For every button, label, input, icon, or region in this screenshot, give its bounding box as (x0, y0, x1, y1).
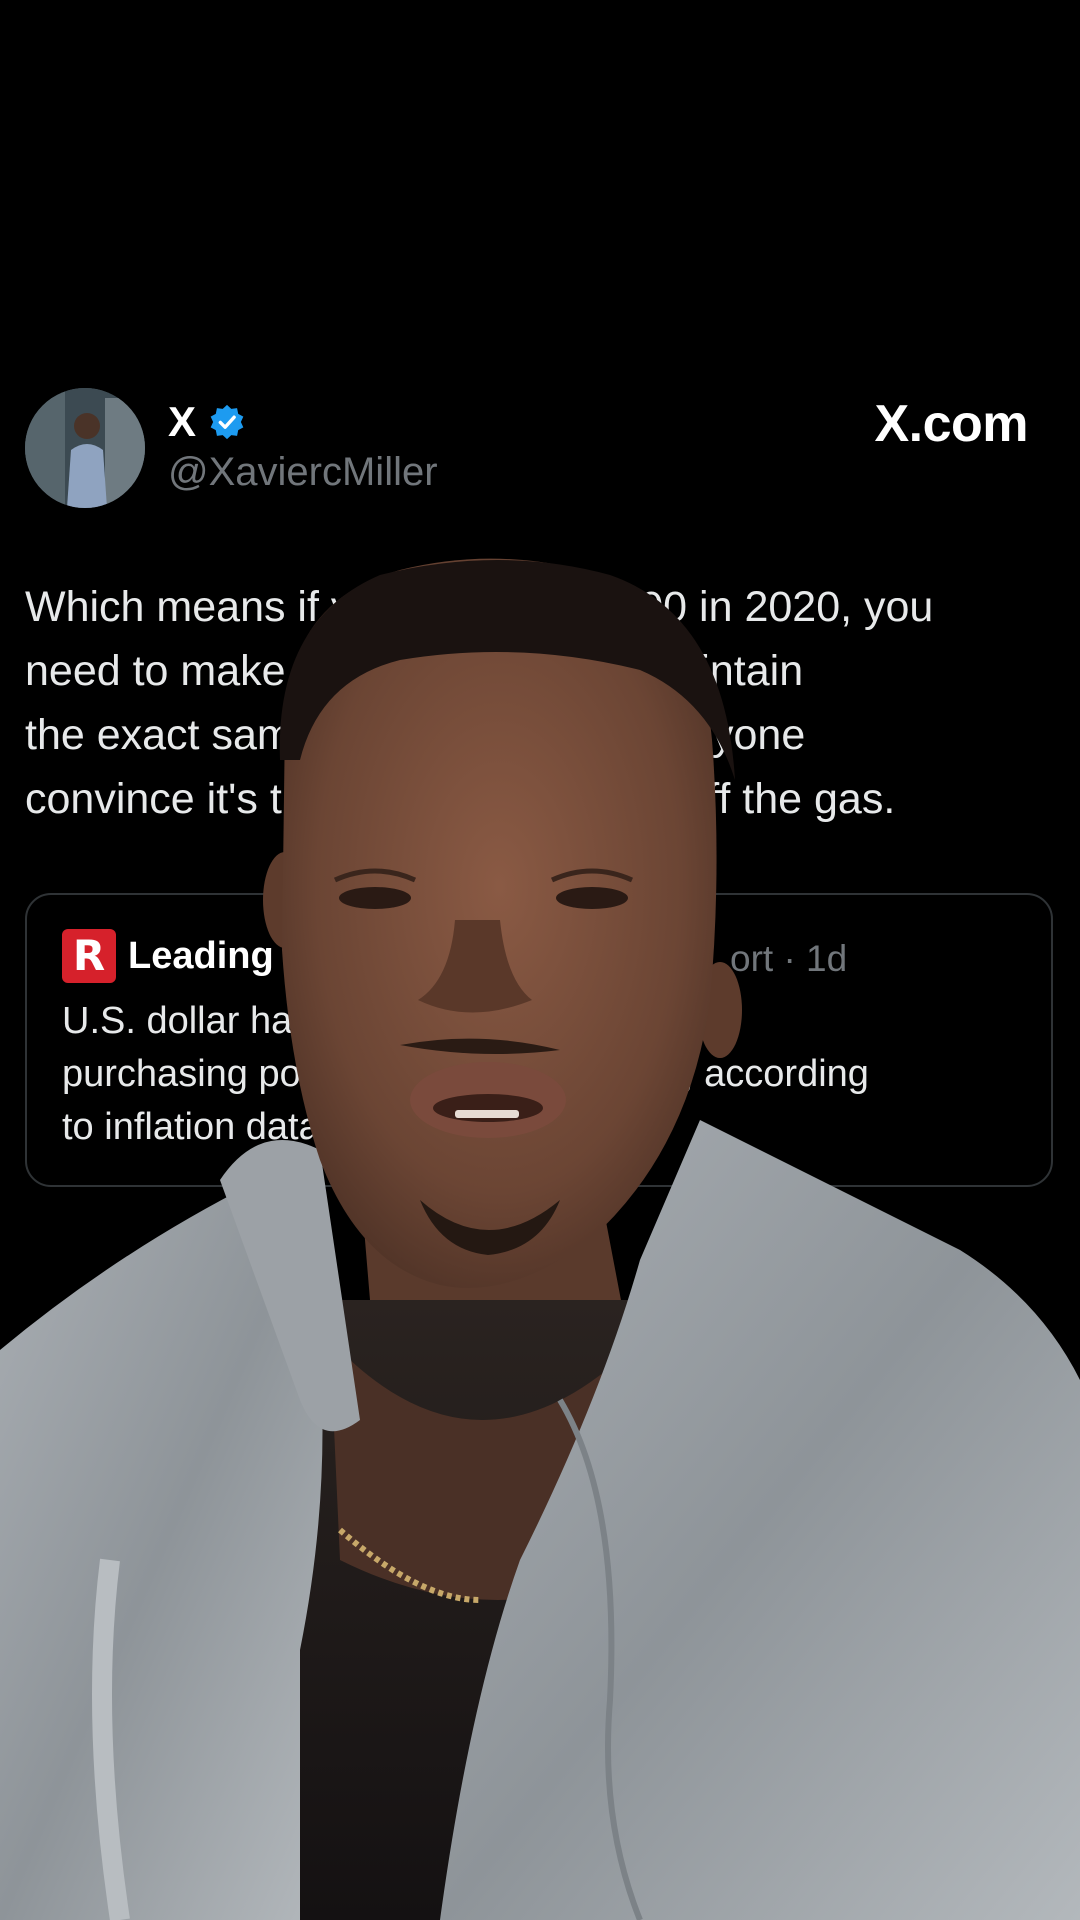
hoodie-drawstring (92, 1558, 130, 1920)
quoted-line: U.S. dollar has lost about 20% of its (62, 1000, 664, 1042)
author-handle[interactable]: @XaviercMiller (168, 448, 438, 496)
tweet-line: Which means if you made $80,000 in 2020,… (25, 583, 934, 631)
tweet-line: convince it's time to take your foot off… (25, 775, 896, 823)
video-frame: X @XaviercMiller X.com Which means if yo… (0, 0, 1080, 1920)
author-name-row[interactable]: X (168, 398, 246, 446)
quoted-post-header: R Leading Report (62, 929, 407, 983)
hoodie-right (440, 1120, 1080, 1920)
quoted-line: purchasing power in the past 5 years, ac… (62, 1053, 869, 1095)
presenter-neck (360, 1180, 640, 1466)
display-name[interactable]: X (168, 398, 196, 446)
site-label: X.com (874, 395, 1028, 453)
quoted-post-text: U.S. dollar has lost about 20% of its pu… (62, 995, 1042, 1154)
chain-necklace (338, 1527, 481, 1603)
quoted-post-meta: ort · 1d (730, 938, 848, 979)
quoted-post-card[interactable]: R Leading Report ort · 1d U.S. dollar ha… (25, 893, 1053, 1187)
tweet-text: Which means if you made $80,000 in 2020,… (25, 575, 1065, 831)
avatar[interactable] (25, 388, 145, 508)
presenter-chest-skin (330, 1340, 650, 1600)
tweet-line: the exact same lifestyle. Don't let anyo… (25, 711, 806, 759)
hoodie-left (0, 1180, 323, 1920)
hoodie-right-fold (557, 1398, 643, 1920)
presenter-goatee (420, 1200, 560, 1255)
quoted-source-name[interactable]: Leading Report (128, 935, 407, 978)
quoted-line: to inflation data. (62, 1106, 331, 1148)
tweet-line: need to make $100,000+ just to maintain (25, 647, 804, 695)
presenter-chest (260, 1300, 720, 1920)
verified-badge-icon (210, 404, 244, 440)
logo-letter: R (72, 931, 106, 980)
leading-report-logo-icon: R (62, 929, 116, 983)
person-avatar-icon (25, 388, 145, 508)
